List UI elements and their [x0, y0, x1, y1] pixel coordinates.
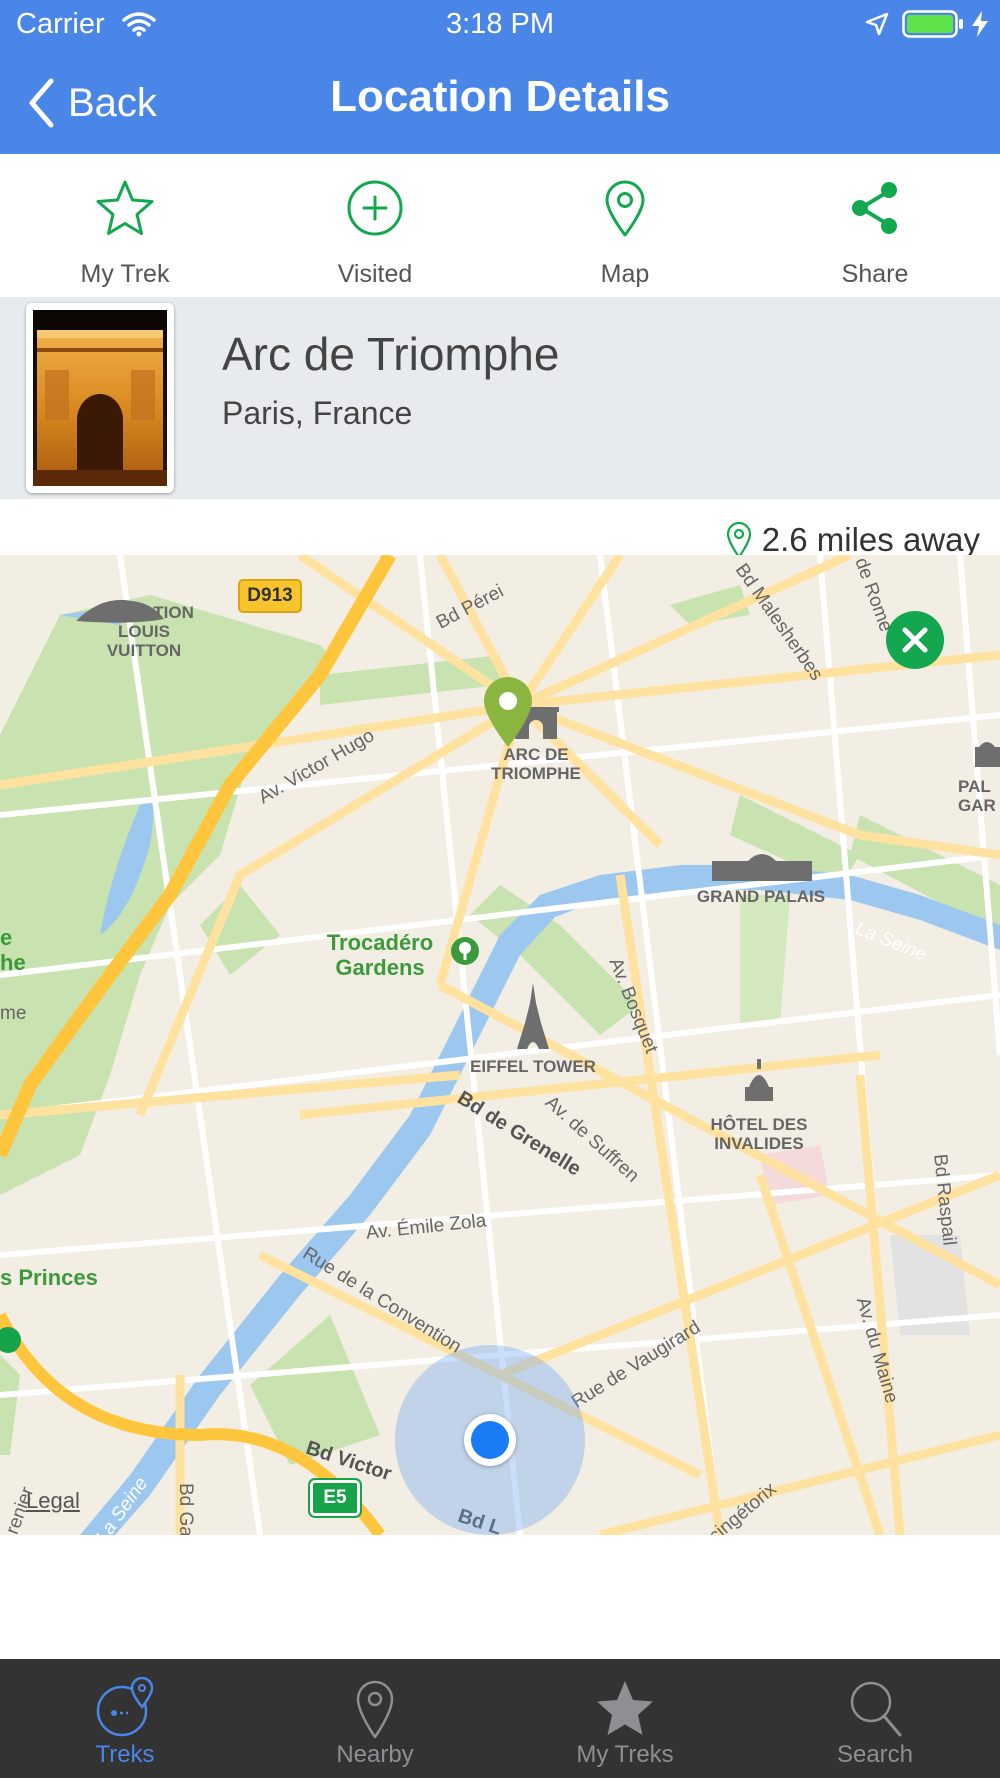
charging-bolt-icon [972, 11, 988, 37]
map-label-pal: PAL GAR [958, 777, 996, 815]
location-thumbnail [26, 303, 174, 493]
invalides-icon [745, 1059, 773, 1101]
map-label-princes: s Princes [0, 1265, 98, 1290]
share-icon [852, 182, 897, 234]
map-view[interactable]: FONDATION LOUIS VUITTON ARC DE TRIOMPHE … [0, 555, 1000, 1535]
visited-label: Visited [337, 260, 413, 288]
location-arrow-icon [865, 12, 889, 36]
building-icon [76, 599, 164, 623]
map-button[interactable]: Map [500, 154, 750, 297]
map-pin-icon [605, 180, 645, 237]
map-label-trocadero: Trocadéro Gardens [326, 930, 434, 980]
tab-my-treks-label: My Treks [576, 1741, 674, 1768]
location-name: Arc de Triomphe [222, 328, 560, 380]
battery-icon [902, 10, 963, 38]
my-trek-button[interactable]: My Trek [0, 154, 250, 297]
share-button[interactable]: Share [750, 154, 1000, 297]
page-title: Location Details [330, 72, 670, 121]
star-icon [597, 1681, 653, 1735]
location-place: Paris, France [222, 395, 413, 431]
map-label-grand-palais: GRAND PALAIS [696, 887, 826, 906]
map-label-left-e: e he [0, 925, 26, 975]
user-location-dot [464, 1414, 516, 1466]
tab-nearby[interactable]: Nearby [250, 1659, 500, 1778]
tab-search-label: Search [836, 1741, 914, 1768]
map-label: Map [600, 260, 650, 288]
map-label-left-me: me [0, 1003, 27, 1024]
tab-nearby-label: Nearby [336, 1741, 414, 1768]
arc-de-triomphe-photo [33, 310, 167, 486]
tab-bar: Treks Nearby My Treks Search [0, 1659, 1000, 1778]
treks-icon [96, 1677, 154, 1737]
road-shield-e5: E5 [308, 1478, 362, 1518]
transit-icon [0, 1327, 21, 1353]
tab-treks-label: Treks [95, 1741, 155, 1768]
map-label-fondation: FONDATION LOUIS VUITTON [72, 599, 216, 660]
map-label-eiffel: EIFFEL TOWER [470, 1057, 596, 1076]
close-icon [902, 627, 928, 653]
map-label-invalides: HÔTEL DES INVALIDES [710, 1115, 808, 1153]
search-icon [850, 1681, 902, 1737]
status-time: 3:18 PM [446, 8, 554, 40]
tab-my-treks[interactable]: My Treks [500, 1659, 750, 1778]
legal-link[interactable]: Legal [26, 1488, 80, 1514]
map-pin-icon [726, 521, 751, 559]
eiffel-tower-icon [517, 983, 549, 1049]
map-pin-icon [356, 1680, 394, 1739]
star-icon [96, 180, 154, 235]
close-map-button[interactable] [886, 611, 944, 669]
park-icon [451, 937, 479, 965]
plus-circle-icon [347, 180, 403, 236]
building-icon [975, 742, 1000, 767]
share-label: Share [841, 260, 909, 288]
tab-search[interactable]: Search [750, 1659, 1000, 1778]
grand-palais-icon [712, 854, 812, 881]
map-label-arc: ARC DE TRIOMPHE [491, 745, 581, 783]
action-bar: My Trek Visited Map Share [0, 154, 1000, 297]
road-shield-d913: D913 [238, 579, 302, 613]
street-bd-ga: Bd Ga [175, 1483, 196, 1535]
visited-button[interactable]: Visited [250, 154, 500, 297]
tab-treks[interactable]: Treks [0, 1659, 250, 1778]
navigation-bar: Back Location Details [0, 50, 1000, 154]
location-pin-icon [484, 677, 532, 747]
my-trek-label: My Trek [80, 260, 170, 288]
location-header: Arc de Triomphe Paris, France [0, 297, 1000, 499]
distance-label: 2.6 miles away [761, 521, 980, 558]
status-bar: Carrier 3:18 PM [0, 0, 1000, 50]
